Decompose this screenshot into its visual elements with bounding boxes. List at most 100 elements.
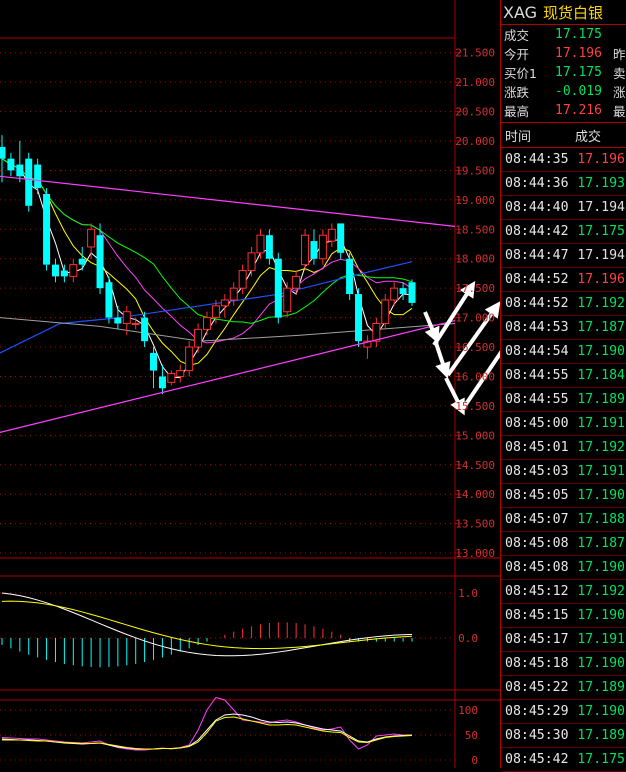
price-tick-label: 21.500 xyxy=(455,47,495,60)
candle-body xyxy=(337,223,345,253)
ticks-header-time: 时间 xyxy=(505,129,532,145)
tick-time: 08:44:52 xyxy=(505,272,569,287)
tick-row: 08:45:01 17.192 xyxy=(501,436,626,460)
candle-body xyxy=(185,346,194,372)
candle-body xyxy=(176,370,185,377)
tick-time: 08:44:55 xyxy=(505,368,569,383)
price-tick-label: 16.500 xyxy=(455,341,495,354)
moving-average-lines xyxy=(0,158,456,378)
price-tick-label: 20.500 xyxy=(455,106,495,119)
quote-row: 涨跌 -0.019 涨 xyxy=(501,82,626,101)
kdj-panel xyxy=(1,696,413,751)
quote-value: 17.175 xyxy=(555,65,602,80)
tick-time: 08:44:47 xyxy=(505,248,569,263)
macd-tick-label: 0.0 xyxy=(458,632,478,645)
symbol-name: 现货白银 xyxy=(543,3,604,22)
tick-price: 17.192 xyxy=(577,584,625,599)
tick-list[interactable]: 08:44:35 17.196 08:44:36 17.193 08:44:40 17.1… xyxy=(501,148,626,772)
tick-time: 08:45:42 xyxy=(505,752,569,767)
tick-time: 08:45:08 xyxy=(505,536,569,551)
price-tick-label: 14.500 xyxy=(455,459,495,472)
candle-body xyxy=(238,270,247,289)
tick-price: 17.190 xyxy=(577,344,625,359)
tick-row: 08:45:08 17.187 xyxy=(501,532,626,556)
price-tick-label: 14.000 xyxy=(455,488,495,501)
candle-body xyxy=(158,376,166,389)
quote-extra-label: 最 xyxy=(613,104,626,119)
upper-trend-line xyxy=(0,175,456,227)
tick-row: 08:44:36 17.193 xyxy=(501,172,626,196)
candle-body xyxy=(60,270,68,277)
tick-price: 17.189 xyxy=(577,680,625,695)
kdj-d-line xyxy=(2,716,413,750)
tick-time: 08:45:15 xyxy=(505,608,569,623)
ticks-header-price: 成交 xyxy=(575,129,602,145)
tick-time: 08:45:01 xyxy=(505,440,569,455)
tick-time: 08:45:22 xyxy=(505,680,569,695)
quote-extra-label: 涨 xyxy=(613,85,626,100)
lower-trend-line xyxy=(0,319,456,433)
candle-body xyxy=(25,158,33,206)
candle-body xyxy=(96,235,104,289)
tick-row: 08:45:15 17.190 xyxy=(501,604,626,628)
candle-body xyxy=(274,258,282,318)
tick-row: 08:45:22 17.189 xyxy=(501,676,626,700)
candle-body xyxy=(51,264,59,277)
tick-price: 17.175 xyxy=(577,224,625,239)
candle-body xyxy=(346,258,354,295)
quote-panel: XAG 现货白银 成交 17.175 今开 17.196 昨买价1 17.175 卖涨跌 -0… xyxy=(500,0,626,772)
candle-body xyxy=(7,158,15,171)
symbol-header: XAG 现货白银 xyxy=(501,0,626,25)
tick-row: 08:44:42 17.175 xyxy=(501,220,626,244)
tick-price: 17.187 xyxy=(577,536,625,551)
tick-row: 08:45:17 17.191 xyxy=(501,628,626,652)
tick-row: 08:45:42 17.175 xyxy=(501,748,626,772)
candle-body xyxy=(203,317,211,330)
tick-row: 08:45:00 17.191 xyxy=(501,412,626,436)
tick-row: 08:45:12 17.192 xyxy=(501,580,626,604)
quote-value: 17.196 xyxy=(555,46,602,61)
candle-body xyxy=(355,294,363,342)
tick-row: 08:45:05 17.190 xyxy=(501,484,626,508)
candle-body xyxy=(141,317,149,342)
symbol-code: XAG xyxy=(503,2,538,22)
tick-row: 08:45:30 17.189 xyxy=(501,724,626,748)
kdj-tick-label: 50 xyxy=(465,729,478,742)
tick-time: 08:45:00 xyxy=(505,416,569,431)
tick-time: 08:45:07 xyxy=(505,512,569,527)
tick-price: 17.189 xyxy=(577,392,625,407)
candle-body xyxy=(229,287,238,301)
ticks-header: 时间 成交 xyxy=(501,123,626,148)
tick-row: 08:45:08 17.190 xyxy=(501,556,626,580)
tick-row: 08:44:54 17.190 xyxy=(501,340,626,364)
tick-time: 08:45:30 xyxy=(505,728,569,743)
quote-label: 成交 xyxy=(504,28,530,43)
tick-time: 08:45:05 xyxy=(505,488,569,503)
kline-chart[interactable]: 21.500 21.000 20.500 20.000 19.500 19.000 18.5… xyxy=(0,0,500,768)
price-tick-label: 21.000 xyxy=(455,76,495,89)
candle-body xyxy=(247,252,256,272)
tick-price: 17.193 xyxy=(577,176,625,191)
chart-grid xyxy=(0,0,500,768)
candle-body xyxy=(194,328,203,348)
price-tick-label: 17.000 xyxy=(455,312,495,325)
price-tick-label: 18.500 xyxy=(455,223,495,236)
tick-price: 17.191 xyxy=(577,632,625,647)
candle-body xyxy=(292,275,301,289)
macd-tick-label: 1.0 xyxy=(458,587,478,600)
tick-row: 08:44:53 17.187 xyxy=(501,316,626,340)
quote-value: 17.175 xyxy=(555,27,602,42)
candle-body xyxy=(220,299,229,307)
tick-time: 08:45:12 xyxy=(505,584,569,599)
quote-row: 成交 17.175 xyxy=(501,25,626,44)
candle-body xyxy=(390,287,399,301)
tick-price: 17.196 xyxy=(577,152,625,167)
tick-time: 08:45:29 xyxy=(505,704,569,719)
quote-extra-label: 昨 xyxy=(613,47,626,62)
price-axis: 21.500 21.000 20.500 20.000 19.500 19.000 18.5… xyxy=(455,47,495,767)
tick-row: 08:44:35 17.196 xyxy=(501,148,626,172)
tick-time: 08:45:18 xyxy=(505,656,569,671)
candle-body xyxy=(256,234,265,254)
candle-body xyxy=(34,164,42,189)
tick-time: 08:44:53 xyxy=(505,320,569,335)
